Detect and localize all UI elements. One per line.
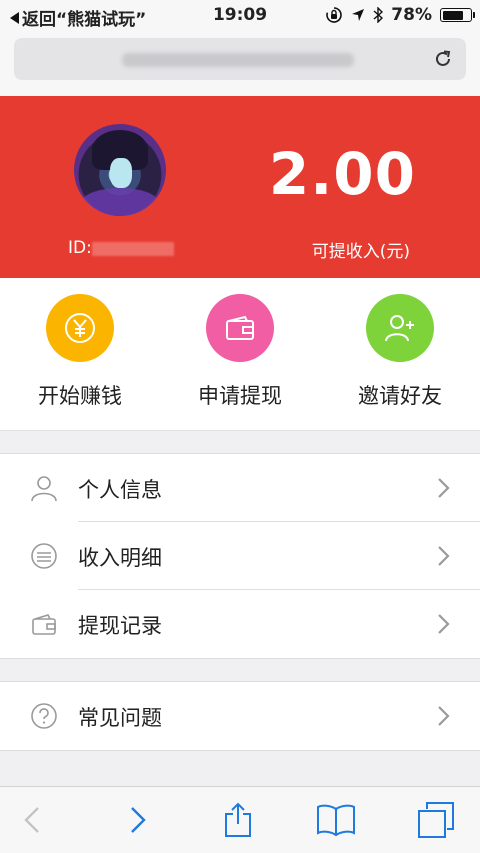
action-withdraw[interactable]: 申请提现 [160,294,320,410]
chevron-right-icon [438,546,450,566]
address-bar[interactable] [14,38,466,80]
back-app-label: 返回“熊猫试玩” [22,10,147,30]
status-bar: 返回“熊猫试玩” 19:09 78% [0,0,480,30]
menu-item-label: 提现记录 [78,614,162,638]
menu-group-account: 个人信息 收入明细 提现记录 [0,453,480,659]
action-start-earning[interactable]: 开始赚钱 [0,294,160,410]
tabs-button[interactable] [416,801,456,839]
balance-label: 可提收入(元) [311,242,410,262]
avatar-glow [82,188,158,216]
bookmarks-button[interactable] [316,801,356,839]
balance-amount: 2.00 [268,140,416,208]
yuan-coin-icon [46,294,114,362]
list-circle-icon [31,543,57,569]
location-arrow-icon [352,9,365,21]
chevron-right-icon [438,614,450,634]
battery-percent: 78% [391,5,432,25]
menu-item-personal-info[interactable]: 个人信息 [0,454,480,522]
action-label: 开始赚钱 [38,384,122,408]
reload-icon[interactable] [432,48,454,70]
battery-fill [442,10,463,20]
chevron-right-icon [438,706,450,726]
user-icon [31,476,57,502]
user-id-label: ID: [68,238,92,258]
chevron-right-icon [438,478,450,498]
share-icon [225,802,251,837]
avatar-face [110,158,132,188]
forward-icon [131,807,146,833]
add-user-icon [366,294,434,362]
tabs-icon [418,802,454,838]
menu-item-label: 个人信息 [78,478,162,502]
action-label: 邀请好友 [358,384,442,408]
menu-item-label: 常见问题 [78,706,162,730]
bluetooth-icon [373,7,384,23]
browser-address-area [0,30,480,97]
avatar[interactable] [74,124,166,216]
back-button[interactable] [12,801,52,839]
menu-item-withdraw-records[interactable]: 提现记录 [0,590,480,658]
blurred-url [122,53,354,67]
menu-group-help: 常见问题 [0,681,480,751]
forward-button[interactable] [118,801,158,839]
battery-icon [440,8,475,22]
share-button[interactable] [218,801,258,839]
browser-toolbar [0,786,480,853]
back-triangle-icon [10,11,19,24]
menu-item-faq[interactable]: 常见问题 [0,682,480,750]
action-invite-friends[interactable]: 邀请好友 [320,294,480,410]
back-icon [24,807,39,833]
quick-actions: 开始赚钱 申请提现 邀请好友 [0,278,480,431]
account-header: ID: 2.00 可提收入(元) [0,96,480,278]
menu-item-label: 收入明细 [78,546,162,570]
action-label: 申请提现 [198,384,282,408]
menu-item-income-details[interactable]: 收入明细 [0,522,480,590]
wallet-icon [206,294,274,362]
bookmarks-icon [317,804,355,837]
question-circle-icon [31,703,57,729]
back-to-app[interactable]: 返回“熊猫试玩” [8,5,146,30]
wallet-outline-icon [32,614,56,635]
orientation-lock-icon [326,7,343,23]
user-id-masked [92,242,174,256]
